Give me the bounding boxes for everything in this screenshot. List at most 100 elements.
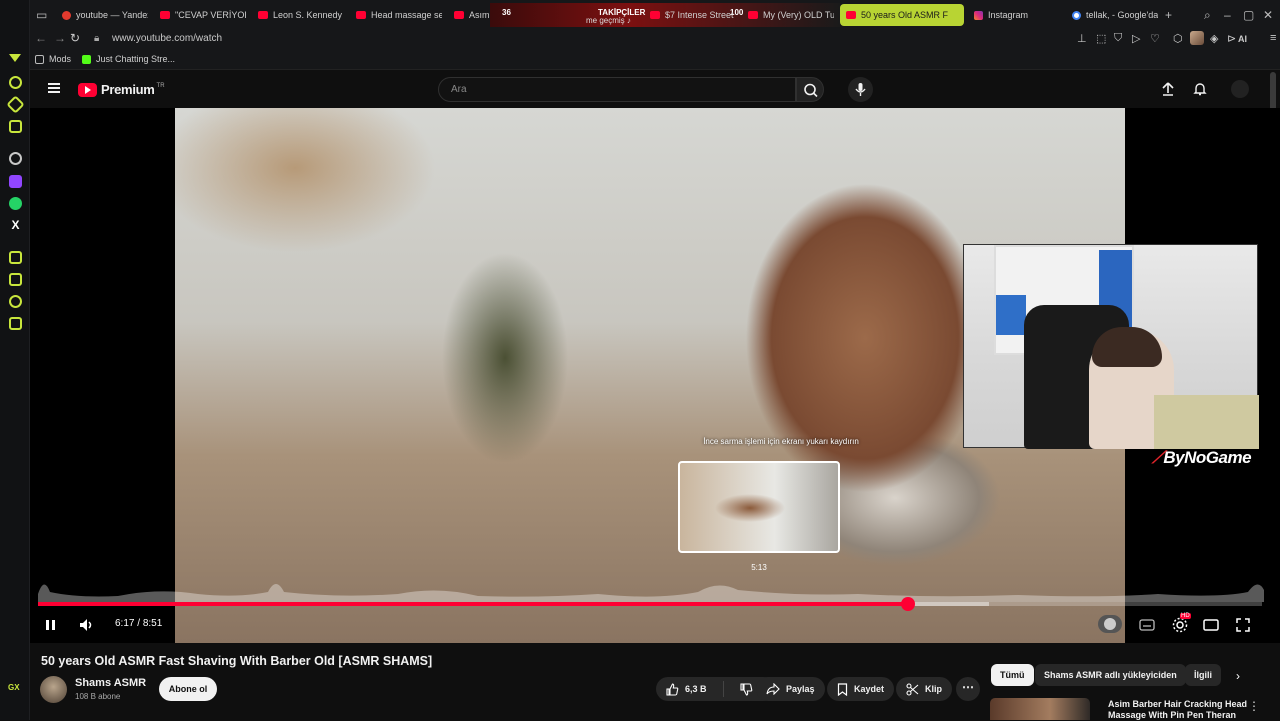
chip-all[interactable]: Tümü [991,664,1034,686]
channel-avatar[interactable] [40,676,67,703]
gx-label: GX [8,683,20,692]
tab-cevap[interactable]: "CEVAP VERİYOR [154,4,246,26]
address-bar: ← → ↻ 🔒︎ www.youtube.com/watch ⊥ ⬚ ⛉ ▷ ♡… [30,30,1280,48]
chip-from-uploader[interactable]: Shams ASMR adlı yükleyiciden [1035,664,1186,686]
x-twitter-icon[interactable]: X [9,219,22,232]
player-icon[interactable]: ▷ [1132,32,1140,45]
tab-menu-icon[interactable]: ▭ [36,8,47,22]
gx-grid-icon[interactable] [9,273,22,286]
profile-avatar[interactable] [1190,31,1204,45]
adblock-shield-icon[interactable]: ⛉ [1114,32,1122,45]
hd-badge: HD [1180,613,1191,619]
logo-wordmark: Premium [101,82,155,97]
video-player[interactable]: ⟋ByNoGame İnce sarma işlemi için ekranı … [30,108,1280,643]
gx-cube-icon[interactable] [9,251,22,264]
subscriber-count: 108 B abone [75,692,121,701]
channel-name[interactable]: Shams ASMR [75,677,146,689]
bookmarks-bar: Mods Just Chatting Stre... [30,48,1280,70]
pause-icon[interactable] [44,616,58,634]
recommended-more-icon[interactable]: ⋮ [1248,699,1260,713]
tab-old-tu[interactable]: My (Very) OLD Tu [742,4,834,26]
chevron-right-icon[interactable]: › [1236,669,1240,683]
streamer-facecam [963,244,1259,449]
progress-bar[interactable] [38,597,1262,611]
current-time: 6:17 [115,618,135,629]
recommended-thumbnail[interactable] [990,698,1090,720]
autoplay-toggle[interactable] [1098,615,1122,633]
like-count: 6,3 B [685,684,707,694]
gx-settings-icon[interactable] [9,317,22,330]
subscribe-button[interactable]: Abone ol [159,677,217,701]
new-tab-icon[interactable]: + [1165,8,1172,22]
microphone-icon [855,83,866,96]
gx-corner-icon[interactable] [9,76,22,89]
snapshot-icon[interactable]: ⬚ [1096,32,1106,45]
pin-icon[interactable]: ⊥ [1077,32,1087,45]
tab-leon[interactable]: Leon S. Kennedy [252,4,344,26]
gx-hub-icon[interactable] [6,95,25,114]
gx-shield-icon[interactable] [9,120,22,133]
most-replayed-heatmap [38,584,1264,602]
clip-button[interactable]: Klip [896,677,952,701]
recommended-title[interactable]: Asim Barber Hair Cracking Head Massage W… [1108,699,1258,721]
menu-icon[interactable]: ≡ [1270,32,1276,44]
bookmark-just-chatting[interactable]: Just Chatting Stre... [82,54,175,64]
youtube-icon [846,11,856,19]
maximize-icon[interactable]: ▢ [1243,8,1254,22]
vpn-icon[interactable]: ◈ [1210,32,1218,45]
back-icon[interactable]: ← [35,31,47,45]
search-tabs-icon[interactable]: ⌕ [1204,8,1211,23]
ai-button[interactable]: AI [1238,34,1247,44]
search-input[interactable] [451,84,751,95]
progress-played [38,602,909,606]
bynogame-watermark: ⟋ByNoGame [1152,448,1252,467]
tab-yandex[interactable]: youtube — Yandex [56,4,148,26]
more-actions-icon[interactable]: ⋯ [956,677,980,701]
hamburger-menu-icon[interactable] [48,83,60,93]
like-button[interactable]: 6,3 B [656,677,717,701]
youtube-icon [650,11,660,19]
voice-search-button[interactable] [848,77,873,102]
youtube-header: Premium TR [30,72,1280,108]
whatsapp-icon[interactable] [9,197,22,210]
theater-mode-icon[interactable] [1202,616,1220,634]
save-button[interactable]: Kaydet [827,677,895,701]
tab-google[interactable]: tellak, - Google'da [1066,4,1158,26]
youtube-logo[interactable]: Premium TR [78,82,165,97]
forward-icon[interactable]: → [54,31,66,45]
close-window-icon[interactable]: ✕ [1263,8,1273,22]
extension-icon[interactable]: ⬡ [1173,32,1183,45]
gx-box-icon[interactable] [9,295,22,308]
share-button[interactable]: Paylaş [756,677,825,701]
account-avatar[interactable] [1231,80,1249,98]
tab-intense-street[interactable]: $7 Intense Street [644,4,734,26]
scissors-icon [906,682,919,696]
tab-active-asmr[interactable]: 50 years Old ASMR F [840,4,964,26]
google-icon [1072,10,1081,20]
opera-sidebar: X GX [0,0,30,720]
notifications-bell-icon[interactable] [1192,81,1208,97]
fullscreen-icon[interactable] [1234,616,1252,634]
follower-count: 36 [502,8,511,17]
url-field[interactable]: www.youtube.com/watch [112,33,222,44]
volume-icon[interactable] [78,616,96,634]
search-button[interactable] [796,77,824,102]
video-title: 50 years Old ASMR Fast Shaving With Barb… [41,654,433,668]
subtitles-icon[interactable] [1138,616,1156,634]
upload-icon[interactable] [1160,81,1176,97]
bookmark-mods[interactable]: Mods [35,54,71,64]
tab-instagram[interactable]: Instagram [968,4,1060,26]
chip-related[interactable]: İlgili [1185,664,1221,686]
reload-icon[interactable]: ↻ [70,31,80,45]
gx-control-icon[interactable] [9,54,21,62]
twitch-icon[interactable] [9,175,22,188]
time-display: 6:17 / 8:51 [115,618,163,629]
video-info-area: 50 years Old ASMR Fast Shaving With Barb… [30,643,1280,720]
chatgpt-icon[interactable] [9,152,22,165]
tab-asim[interactable]: Asım [448,4,490,26]
heart-icon[interactable]: ♡ [1150,32,1160,45]
share-icon[interactable]: ⊳ [1227,32,1236,45]
youtube-icon [160,11,170,19]
minimize-icon[interactable]: – [1224,8,1231,22]
tab-head-massage[interactable]: Head massage se [350,4,442,26]
